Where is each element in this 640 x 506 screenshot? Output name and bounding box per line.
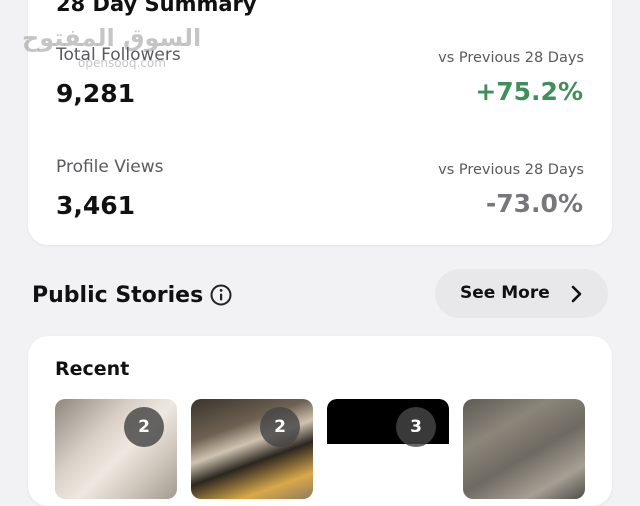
profile-views-label: Profile Views	[56, 157, 164, 177]
see-more-label: See More	[460, 283, 550, 303]
story-count-badge: 2	[260, 407, 300, 447]
story-count-badge: 2	[124, 407, 164, 447]
total-followers-label: Total Followers	[56, 45, 181, 65]
followers-compare-label: vs Previous 28 Days	[438, 50, 584, 66]
total-followers-value: 9,281	[56, 79, 136, 108]
see-more-button[interactable]: See More	[435, 269, 608, 318]
story-thumbnail-4[interactable]	[463, 399, 585, 499]
public-stories-title: Public Stories	[32, 283, 204, 308]
story-count-badge: 3	[396, 407, 436, 447]
recent-title: Recent	[55, 358, 130, 380]
views-change-value: -73.0%	[485, 189, 583, 218]
followers-change-value: +75.2%	[475, 77, 583, 106]
views-compare-label: vs Previous 28 Days	[438, 162, 584, 178]
story-thumbnail-3[interactable]: 3	[327, 399, 449, 499]
story-thumbnail-1[interactable]: 2	[55, 399, 177, 499]
chevron-right-icon	[571, 285, 582, 303]
summary-title: 28 Day Summary	[56, 0, 257, 16]
info-icon[interactable]	[210, 284, 232, 306]
profile-views-value: 3,461	[56, 191, 136, 220]
story-thumbnail-2[interactable]: 2	[191, 399, 313, 499]
